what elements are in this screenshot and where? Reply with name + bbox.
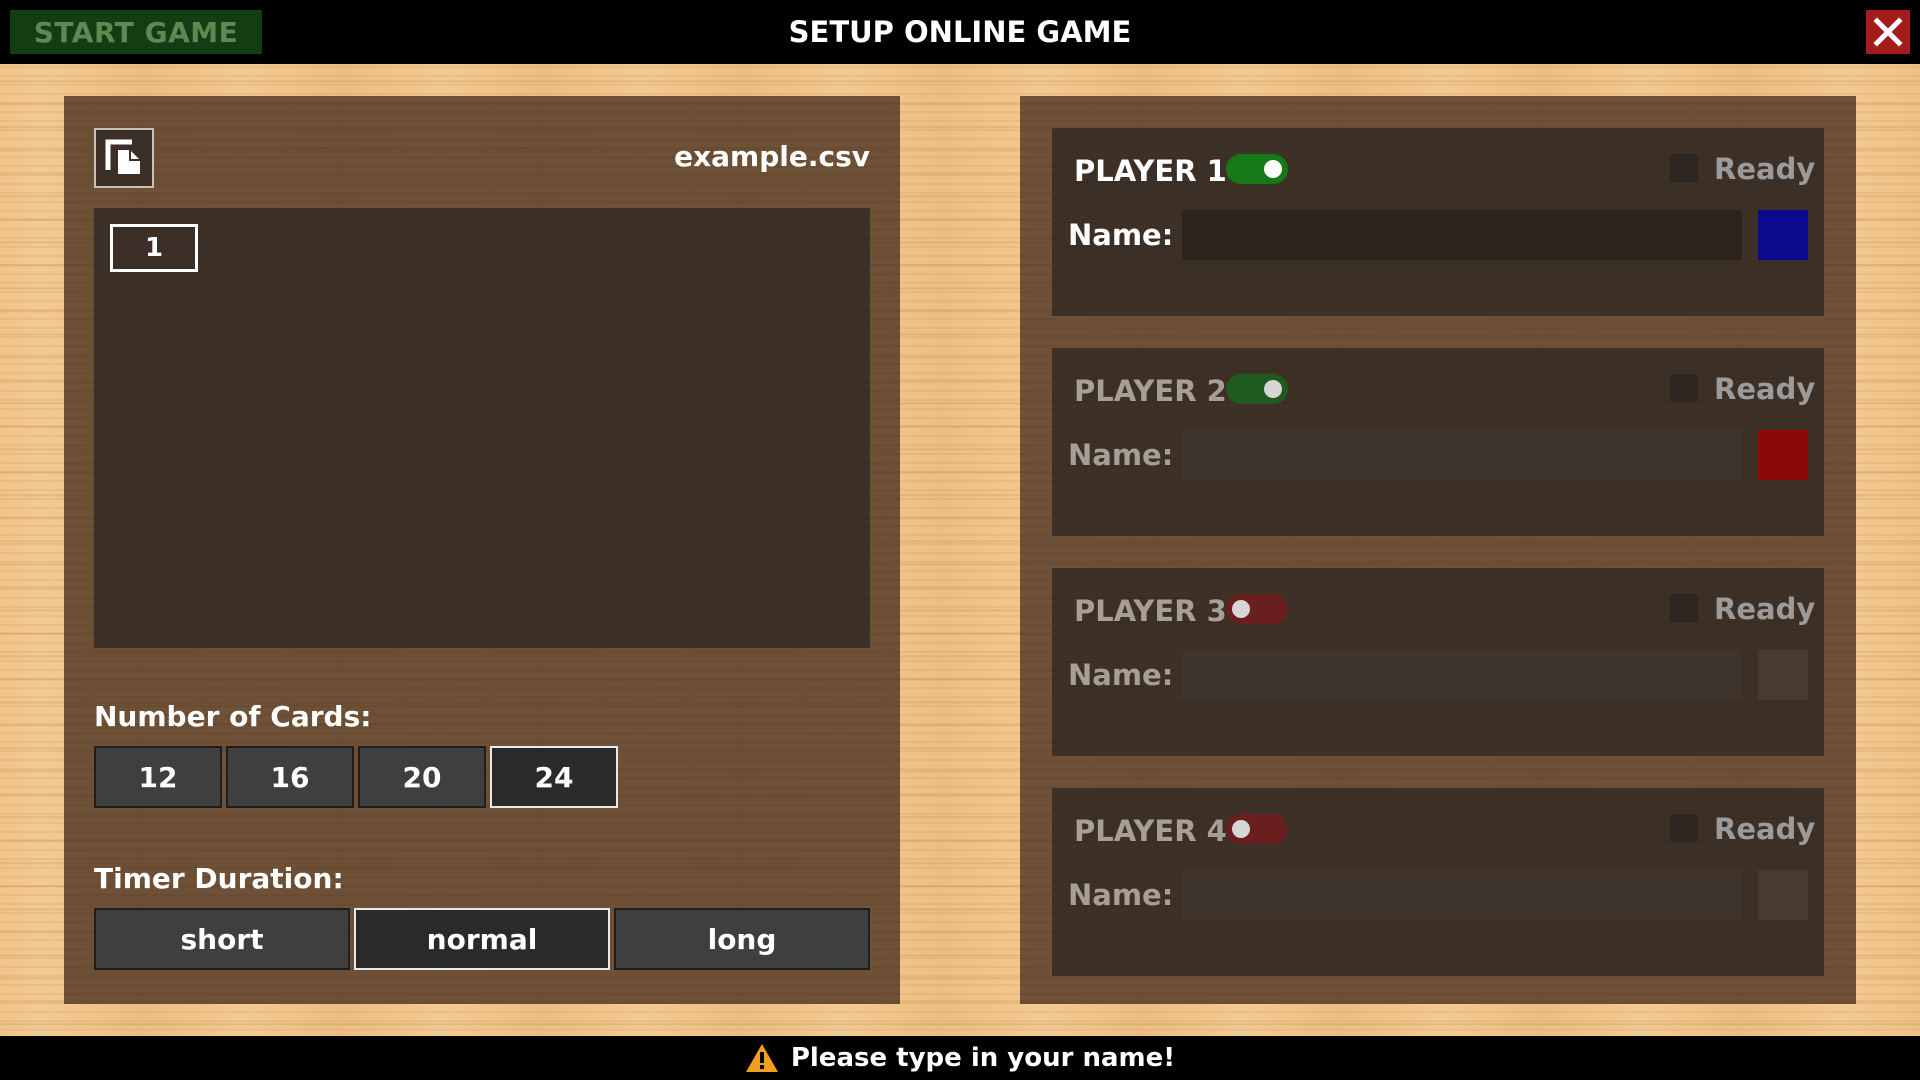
player-3-toggle[interactable] (1226, 594, 1288, 624)
player-3-name-input[interactable] (1182, 650, 1742, 700)
player-card-1: PLAYER 1 Ready Name: (1052, 128, 1824, 316)
status-message: Please type in your name! (790, 1043, 1176, 1073)
player-4-toggle[interactable] (1226, 814, 1288, 844)
cards-option-20[interactable]: 20 (358, 746, 486, 808)
ready-label: Ready (1714, 812, 1816, 846)
number-of-cards-label: Number of Cards: (94, 700, 372, 733)
player-3-color-swatch[interactable] (1758, 650, 1808, 700)
top-bar: START GAME SETUP ONLINE GAME (0, 0, 1920, 64)
player-title: PLAYER 1 (1074, 154, 1227, 188)
name-label: Name: (1068, 658, 1174, 692)
player-2-color-swatch[interactable] (1758, 430, 1808, 480)
toggle-knob (1232, 600, 1250, 618)
warning-icon (745, 1044, 778, 1072)
name-label: Name: (1068, 878, 1174, 912)
toggle-knob (1264, 160, 1282, 178)
start-game-button[interactable]: START GAME (10, 10, 262, 54)
name-label: Name: (1068, 218, 1174, 252)
ready-label: Ready (1714, 152, 1816, 186)
ready-label: Ready (1714, 592, 1816, 626)
player-1-color-swatch[interactable] (1758, 210, 1808, 260)
timer-option-normal[interactable]: normal (354, 908, 610, 970)
deck-tag[interactable]: 1 (110, 224, 198, 272)
player-title: PLAYER 4 (1074, 814, 1227, 848)
page-title: SETUP ONLINE GAME (788, 15, 1132, 49)
player-4-color-swatch[interactable] (1758, 870, 1808, 920)
players-panel: PLAYER 1 Ready Name: PLAYER 2 Ready Name… (1020, 96, 1856, 1004)
toggle-knob (1264, 380, 1282, 398)
player-2-name-input[interactable] (1182, 430, 1742, 480)
ready-checkbox[interactable] (1670, 594, 1698, 622)
game-settings-panel: example.csv 1 Number of Cards: 12 16 20 … (64, 96, 900, 1004)
player-1-toggle[interactable] (1226, 154, 1288, 184)
deck-preview-area: 1 (94, 208, 870, 648)
status-bar: Please type in your name! (0, 1036, 1920, 1080)
player-2-toggle[interactable] (1226, 374, 1288, 404)
player-card-3: PLAYER 3 Ready Name: (1052, 568, 1824, 756)
player-4-name-input[interactable] (1182, 870, 1742, 920)
player-card-2: PLAYER 2 Ready Name: (1052, 348, 1824, 536)
ready-checkbox[interactable] (1670, 154, 1698, 182)
name-label: Name: (1068, 438, 1174, 472)
ready-checkbox[interactable] (1670, 814, 1698, 842)
ready-checkbox[interactable] (1670, 374, 1698, 402)
open-file-button[interactable] (94, 128, 154, 188)
player-title: PLAYER 2 (1074, 374, 1227, 408)
timer-option-long[interactable]: long (614, 908, 870, 970)
cards-option-16[interactable]: 16 (226, 746, 354, 808)
timer-duration-label: Timer Duration: (94, 862, 344, 895)
file-open-icon (105, 139, 140, 174)
close-button[interactable] (1866, 10, 1910, 54)
player-card-4: PLAYER 4 Ready Name: (1052, 788, 1824, 976)
deck-file-name: example.csv (674, 140, 870, 173)
ready-label: Ready (1714, 372, 1816, 406)
close-icon (1873, 17, 1903, 47)
player-1-name-input[interactable] (1182, 210, 1742, 260)
toggle-knob (1232, 820, 1250, 838)
player-title: PLAYER 3 (1074, 594, 1227, 628)
cards-option-12[interactable]: 12 (94, 746, 222, 808)
timer-option-short[interactable]: short (94, 908, 350, 970)
cards-option-24[interactable]: 24 (490, 746, 618, 808)
